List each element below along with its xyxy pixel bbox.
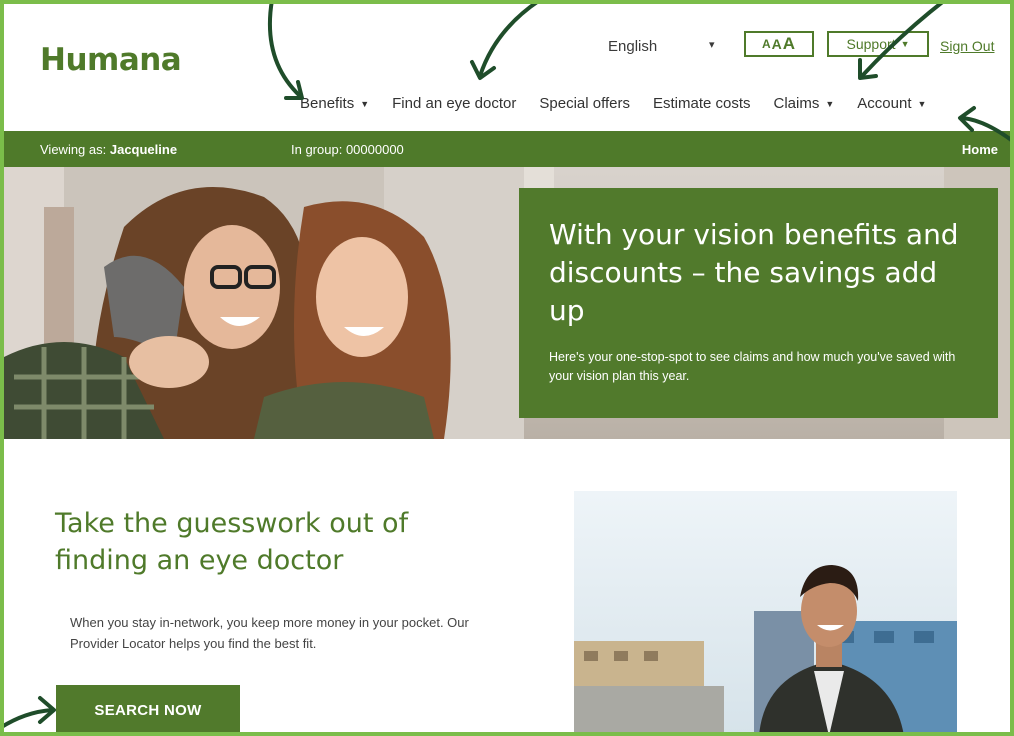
caret-down-icon: ▼ <box>825 98 835 109</box>
viewing-bar: Viewing as: Jacqueline In group: 0000000… <box>4 131 1010 167</box>
support-button[interactable]: Support ▼ <box>827 31 929 57</box>
caret-down-icon: ▼ <box>360 98 370 109</box>
home-link[interactable]: Home <box>962 142 998 157</box>
annotation-arrow-icon <box>478 0 542 78</box>
text-size-small: A <box>761 37 772 51</box>
caret-down-icon: ▼ <box>900 39 910 49</box>
text-size-medium: A <box>771 36 783 52</box>
group-label: In group: <box>291 142 346 157</box>
hero-photo-two-women <box>4 167 524 439</box>
annotation-arrow-icon <box>267 0 302 98</box>
sign-out-link[interactable]: Sign Out <box>940 38 994 54</box>
section-body: When you stay in-network, you keep more … <box>70 615 469 651</box>
text-size-large: A <box>782 34 797 53</box>
annotation-arrow-icon <box>858 58 878 80</box>
viewing-as-label: Viewing as: <box>40 142 110 157</box>
annotation-arrow-icon <box>470 60 496 80</box>
nav-item-label: Special offers <box>539 95 630 112</box>
hero-banner: With your vision benefits and discounts … <box>4 167 1010 439</box>
viewing-as-name: Jacqueline <box>109 142 178 157</box>
group-id: 00000000 <box>345 142 404 157</box>
nav-item-label: Account <box>857 95 912 112</box>
humana-logo[interactable]: Humana <box>40 42 182 78</box>
nav-item-account[interactable]: Account ▼ <box>857 95 926 112</box>
support-label: Support <box>846 36 896 52</box>
text-size-button[interactable]: A A A <box>744 31 814 57</box>
nav-item-label: Claims <box>773 95 820 112</box>
hero-subtitle: Here's your one-stop-spot to see claims … <box>549 350 956 383</box>
hero-card: With your vision benefits and discounts … <box>519 188 998 418</box>
chevron-down-icon[interactable]: ▾ <box>709 38 715 51</box>
nav-item-label: Estimate costs <box>652 95 751 112</box>
nav-item-estimate-costs[interactable]: Estimate costs <box>653 95 751 112</box>
search-now-button[interactable]: SEARCH NOW <box>56 685 240 735</box>
nav-item-find-eye-doctor[interactable]: Find an eye doctor <box>392 95 516 112</box>
nav-item-claims[interactable]: Claims ▼ <box>774 95 835 112</box>
viewing-as: Viewing as: Jacqueline <box>40 142 177 157</box>
language-select[interactable]: English <box>608 38 657 55</box>
group-info: In group: 00000000 <box>291 142 404 157</box>
nav-item-label: Find an eye doctor <box>392 95 517 112</box>
caret-down-icon: ▼ <box>917 98 927 109</box>
annotation-arrow-icon <box>38 696 56 724</box>
nav-item-label: Benefits <box>300 95 355 112</box>
hero-title: With your vision benefits and discounts … <box>549 218 959 327</box>
nav-item-benefits[interactable]: Benefits ▼ <box>300 95 369 112</box>
nav-item-special-offers[interactable]: Special offers <box>539 95 630 112</box>
section-title: Take the guesswork out of finding an eye… <box>55 508 409 576</box>
annotation-arrow-icon <box>958 106 976 132</box>
main-nav: Benefits ▼ Find an eye doctor Special of… <box>300 95 926 112</box>
annotation-arrow-icon <box>0 708 54 730</box>
photo-smiling-man <box>574 491 957 736</box>
